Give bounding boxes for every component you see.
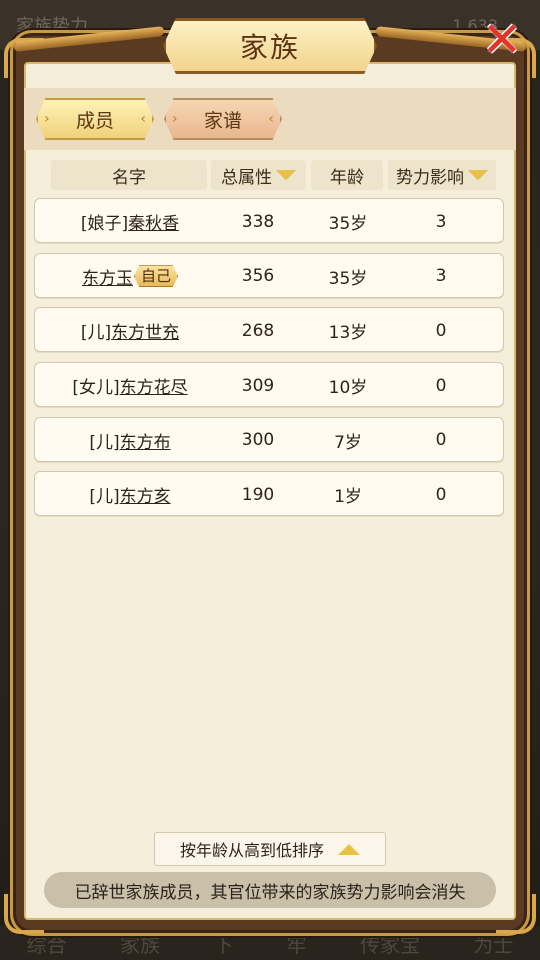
member-relation: [儿] <box>80 323 112 344</box>
chevron-right-icon: › <box>172 111 178 127</box>
tab-family-tree[interactable]: › 家谱 ‹ <box>164 98 282 140</box>
self-badge: 自己 <box>133 265 178 288</box>
member-list: [娘子] 秦秋香 338 35岁 3 东方玉 自己 356 35岁 3 [儿] 东方世… <box>34 198 504 526</box>
member-influence: 3 <box>435 211 447 232</box>
member-influence: 3 <box>435 266 447 287</box>
tab-members[interactable]: › 成员 ‹ <box>36 98 154 140</box>
table-row[interactable]: [女儿] 东方花尽 309 10岁 0 <box>34 362 504 408</box>
table-row[interactable]: [娘子] 秦秋香 338 35岁 3 <box>34 198 504 243</box>
dialog-title: 家族 <box>239 31 300 64</box>
member-influence: 0 <box>435 375 447 396</box>
member-name-cell: [儿] 东方亥 <box>35 472 225 517</box>
member-relation: [儿] <box>89 432 120 453</box>
member-name[interactable]: 东方玉 <box>82 264 133 289</box>
member-name-cell: [女儿] 东方花尽 <box>35 363 225 408</box>
member-name[interactable]: 东方花尽 <box>120 373 188 398</box>
member-name[interactable]: 东方布 <box>120 428 171 453</box>
member-attr: 268 <box>241 320 275 341</box>
table-header: 名字 总属性 年龄 势力影响 <box>0 160 540 190</box>
member-influence: 0 <box>435 430 447 451</box>
member-attr: 356 <box>241 266 275 287</box>
column-header-age: 年龄 <box>311 160 383 190</box>
member-relation: [娘子] <box>80 214 129 234</box>
member-name-cell: [儿] 东方布 <box>35 418 225 463</box>
sort-down-icon <box>276 170 296 180</box>
member-name-cell: 东方玉 自己 <box>35 254 225 299</box>
member-attr: 300 <box>241 430 275 451</box>
chevron-left-icon: ‹ <box>140 111 146 127</box>
member-age: 35岁 <box>328 214 368 234</box>
column-header-label: 名字 <box>112 167 146 188</box>
column-header-name: 名字 <box>51 160 207 190</box>
chevron-left-icon: ‹ <box>268 111 274 127</box>
table-row[interactable]: [儿] 东方世充 268 13岁 0 <box>34 307 504 353</box>
member-age: 10岁 <box>328 378 368 399</box>
member-name[interactable]: 秦秋香 <box>128 209 179 234</box>
member-attr: 190 <box>241 484 275 505</box>
member-relation: [儿] <box>89 487 120 508</box>
member-age: 13岁 <box>328 323 368 344</box>
close-x-icon: ✕ <box>481 12 523 68</box>
tab-label: 家谱 <box>203 109 242 132</box>
member-attr: 338 <box>241 211 275 232</box>
member-name-cell: [儿] 东方世充 <box>35 308 225 353</box>
sort-down-icon <box>468 170 488 180</box>
member-age: 7岁 <box>334 432 362 453</box>
notice-text: 已辞世家族成员，其官位带来的家族势力影响会消失 <box>74 882 466 903</box>
sort-order-label: 按年龄从高到低排序 <box>179 841 324 860</box>
sort-up-icon <box>338 843 360 855</box>
tab-label: 成员 <box>75 109 114 132</box>
close-button[interactable]: ✕ <box>478 16 526 64</box>
dialog-title-plaque: 家族 <box>163 18 377 74</box>
member-name[interactable]: 东方世充 <box>111 318 179 343</box>
column-header-label: 总属性 <box>221 167 272 188</box>
column-header-influence[interactable]: 势力影响 <box>388 160 496 190</box>
member-name-cell: [娘子] 秦秋香 <box>35 199 225 244</box>
column-header-label: 年龄 <box>330 167 364 188</box>
column-header-label: 势力影响 <box>396 167 464 188</box>
member-influence: 0 <box>435 320 447 341</box>
member-name[interactable]: 东方亥 <box>120 482 171 507</box>
member-attr: 309 <box>241 375 275 396</box>
member-age: 1岁 <box>334 487 362 508</box>
member-relation: [女儿] <box>72 378 120 399</box>
chevron-right-icon: › <box>44 111 50 127</box>
tab-bar: › 成员 ‹ › 家谱 ‹ <box>24 88 516 150</box>
table-row[interactable]: [儿] 东方布 300 7岁 0 <box>34 416 504 463</box>
member-age: 35岁 <box>328 268 368 289</box>
table-row[interactable]: 东方玉 自己 356 35岁 3 <box>34 252 504 299</box>
notice-banner: 已辞世家族成员，其官位带来的家族势力影响会消失 <box>44 872 496 908</box>
table-row[interactable]: [儿] 东方亥 190 1岁 0 <box>34 471 504 517</box>
column-header-attr[interactable]: 总属性 <box>211 160 306 190</box>
member-influence: 0 <box>435 484 447 505</box>
sort-order-button[interactable]: 按年龄从高到低排序 <box>154 832 386 866</box>
